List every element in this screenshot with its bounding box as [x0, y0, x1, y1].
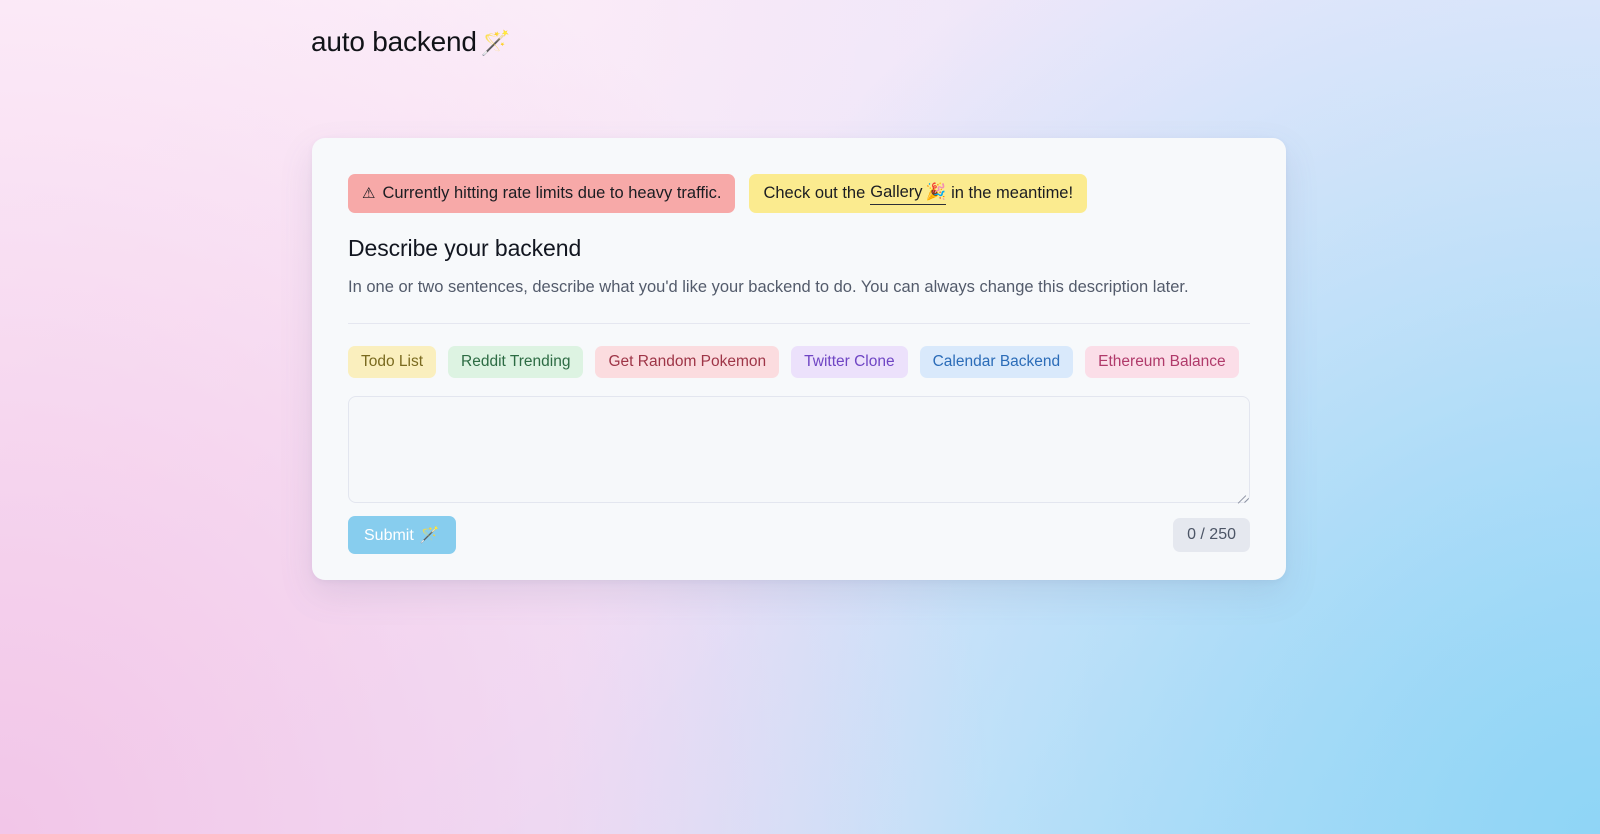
- example-chip[interactable]: Ethereum Balance: [1085, 345, 1239, 378]
- submit-button[interactable]: Submit 🪄: [348, 515, 456, 554]
- rate-limit-banner: ⚠ Currently hitting rate limits due to h…: [348, 174, 736, 214]
- gallery-link-text: Gallery: [870, 183, 923, 201]
- magic-wand-icon: 🪄: [480, 30, 511, 57]
- example-chip[interactable]: Todo List: [348, 345, 437, 378]
- banner-row: ⚠ Currently hitting rate limits due to h…: [348, 174, 1250, 214]
- app-title: auto backend 🪄: [311, 26, 511, 58]
- warning-icon: ⚠: [362, 185, 376, 203]
- card-content: ⚠ Currently hitting rate limits due to h…: [312, 138, 1286, 554]
- rate-limit-banner-text: Currently hitting rate limits due to hea…: [382, 184, 722, 202]
- page-subtitle: In one or two sentences, describe what y…: [348, 278, 1189, 297]
- app-title-text: auto backend: [311, 26, 477, 57]
- divider: [348, 322, 1250, 324]
- page-title: Describe your backend: [348, 235, 582, 262]
- app-root: auto backend 🪄 ⚠ Currently hitting rate l…: [0, 0, 1600, 834]
- gallery-banner-suffix: in the meantime!: [951, 184, 1074, 202]
- description-input[interactable]: [348, 395, 1250, 503]
- example-chip[interactable]: Calendar Backend: [919, 345, 1074, 378]
- submit-magic-wand-icon: 🪄: [419, 526, 440, 544]
- submit-button-label: Submit: [364, 526, 414, 544]
- example-chip-list: Todo List Reddit Trending Get Random Pokem…: [348, 345, 1250, 378]
- party-popper-icon: 🎉: [925, 183, 947, 201]
- composer: [348, 395, 1250, 505]
- example-chip[interactable]: Get Random Pokemon: [595, 345, 780, 378]
- example-chip[interactable]: Reddit Trending: [448, 345, 584, 378]
- action-row: Submit 🪄 0 / 250: [348, 515, 1250, 554]
- gallery-link[interactable]: Gallery 🎉: [870, 182, 947, 206]
- character-counter: 0 / 250: [1173, 517, 1250, 552]
- gallery-banner: Check out the Gallery 🎉 in the meantime!: [749, 174, 1088, 214]
- gallery-banner-prefix: Check out the: [763, 184, 866, 202]
- main-card: ⚠ Currently hitting rate limits due to h…: [312, 138, 1286, 580]
- example-chip[interactable]: Twitter Clone: [791, 345, 908, 378]
